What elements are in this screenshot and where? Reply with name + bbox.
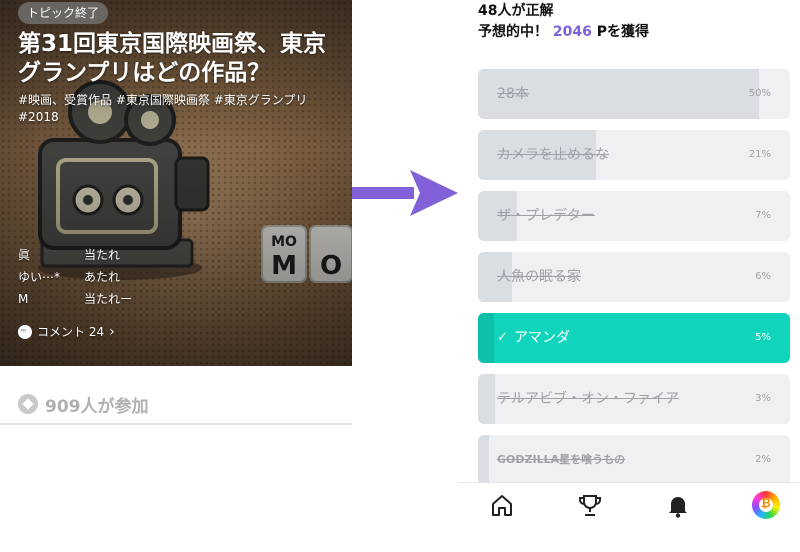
answer-option[interactable]: テルアビブ・オン・ファイア 3%	[478, 374, 790, 424]
topic-status-badge: トピック終了	[18, 2, 109, 24]
answer-option[interactable]: GODZILLA星を喰うもの 2%	[478, 435, 790, 485]
option-percent: 21%	[748, 149, 771, 160]
user-result-row[interactable]: 眞 当たれ	[18, 245, 218, 265]
option-label: アマンダ	[514, 330, 570, 346]
answer-option[interactable]: 28本 50%	[478, 69, 790, 119]
participant-count-text: 909人が参加	[45, 396, 149, 417]
participant-icon	[18, 394, 38, 414]
option-percent: 7%	[755, 210, 771, 221]
topic-title[interactable]: 第31回東京国際映画祭、東京グランプリはどの作品？	[18, 30, 338, 88]
option-label: 人魚の眠る家	[497, 269, 581, 285]
result-text: 当たれー	[84, 292, 133, 306]
chevron-right-icon: ›	[109, 324, 115, 340]
prediction-suffix: Pを獲得	[591, 24, 649, 40]
answer-option[interactable]: ザ・プレデター 7%	[478, 191, 790, 241]
home-icon[interactable]	[488, 491, 516, 519]
option-percent: 50%	[748, 88, 771, 99]
comment-bubble-icon	[18, 321, 32, 341]
bottom-nav	[458, 482, 800, 526]
prediction-result: 予想的中！ 2046 Pを獲得	[478, 23, 649, 41]
vote-share-bar	[478, 435, 490, 485]
option-label: ザ・プレデター	[497, 208, 595, 224]
result-username: 眞	[18, 248, 31, 262]
result-username: ゆい⋯*	[18, 270, 61, 284]
option-label: 28本	[497, 86, 529, 102]
answer-option[interactable]: 人魚の眠る家 6%	[478, 252, 790, 302]
answer-option[interactable]: カメラを止めるな 21%	[478, 130, 790, 180]
user-result-row[interactable]: ゆい⋯* あたれ	[18, 267, 218, 287]
result-username: M	[18, 292, 29, 306]
option-percent: 6%	[755, 271, 771, 282]
option-percent: 2%	[755, 454, 771, 465]
earned-points: 2046	[552, 24, 592, 40]
avatar[interactable]	[752, 491, 780, 519]
vote-share-bar	[478, 313, 494, 363]
divider	[0, 423, 352, 425]
right-arrow-icon	[352, 170, 458, 216]
comment-count: コメント 24	[37, 325, 105, 339]
topic-tags[interactable]: #映画、受賞作品 #東京国際映画祭 #東京グランプリ #2018	[18, 92, 338, 126]
participant-count: 909人が参加	[18, 390, 149, 418]
result-text: 当たれ	[84, 248, 121, 262]
option-percent: 3%	[755, 393, 771, 404]
result-panel: 48人が正解 予想的中！ 2046 Pを獲得 28本 50% カメラを止めるな 21%…	[458, 0, 800, 552]
option-label: GODZILLA星を喰うもの	[497, 453, 626, 466]
check-icon: ✓	[497, 330, 508, 345]
correct-count: 48人が正解	[478, 3, 554, 19]
result-text: あたれ	[84, 270, 121, 284]
comments-link[interactable]: コメント 24 ›	[18, 321, 115, 342]
prediction-prefix: 予想的中！	[478, 24, 548, 40]
vote-share-bar	[478, 374, 495, 424]
option-percent: 5%	[755, 332, 771, 343]
option-label: カメラを止めるな	[497, 147, 609, 163]
option-label: テルアビブ・オン・ファイア	[497, 391, 679, 407]
bell-icon[interactable]	[664, 491, 692, 519]
answer-option[interactable]: ✓ アマンダ 5%	[478, 313, 790, 363]
topic-card: MO M O トピック終了 第31回東京国際映画祭、東京グランプリはどの作品？ …	[0, 0, 352, 552]
trophy-icon[interactable]	[576, 491, 604, 519]
topic-hero-image[interactable]: MO M O トピック終了 第31回東京国際映画祭、東京グランプリはどの作品？ …	[0, 0, 352, 366]
user-result-row[interactable]: M 当たれー	[18, 289, 218, 309]
